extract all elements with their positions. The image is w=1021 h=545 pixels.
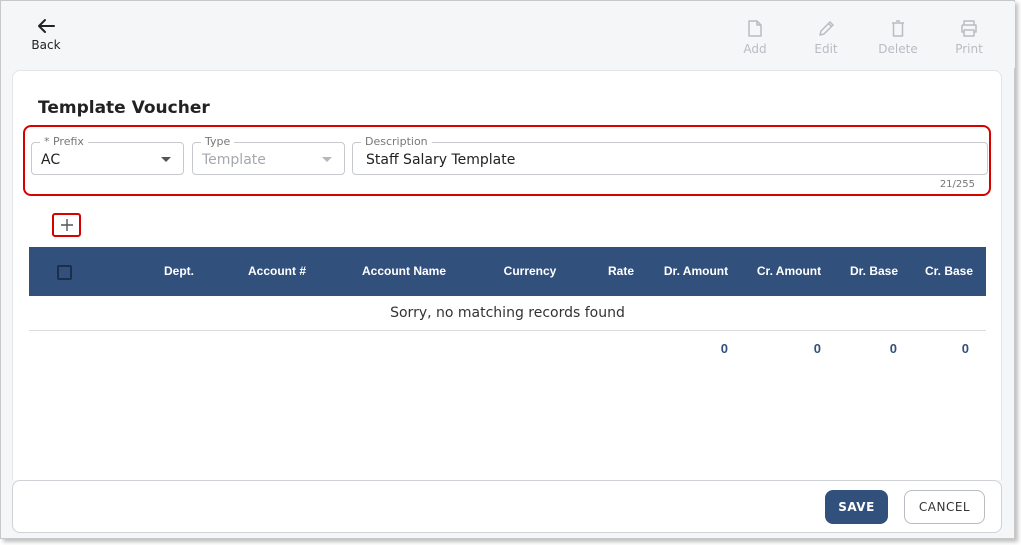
total-cr-base: 0 [961, 341, 969, 356]
column-header-dr-base[interactable]: Dr. Base [850, 247, 898, 296]
plus-icon [60, 219, 73, 231]
column-header-account-number[interactable]: Account # [248, 247, 306, 296]
back-label: Back [31, 38, 61, 52]
trash-icon [892, 20, 904, 37]
column-header-dr-amount[interactable]: Dr. Amount [664, 247, 728, 296]
type-value: Template [202, 152, 266, 168]
add-button[interactable]: Add [730, 20, 780, 56]
chevron-down-icon [161, 157, 171, 162]
add-row-button[interactable] [52, 213, 81, 237]
prefix-value: AC [41, 152, 61, 168]
header-fields-group: * Prefix AC Type Template Description St… [23, 125, 991, 196]
app-window: Back Add Edit Delete Print Template Vouc… [0, 0, 1015, 539]
chevron-down-icon [322, 157, 332, 162]
description-value: Staff Salary Template [366, 152, 516, 168]
save-button[interactable]: SAVE [825, 490, 888, 524]
file-icon [748, 20, 762, 37]
total-cr-amount: 0 [813, 341, 821, 356]
voucher-lines-table: Dept. Account # Account Name Currency Ra… [29, 247, 986, 363]
type-label: Type [201, 135, 235, 148]
toolbar: Back Add Edit Delete Print [2, 2, 1015, 68]
select-all-checkbox[interactable] [57, 265, 72, 280]
pencil-icon [818, 21, 834, 36]
arrow-left-icon [38, 19, 55, 33]
table-header: Dept. Account # Account Name Currency Ra… [29, 247, 986, 296]
description-char-counter: 21/255 [939, 179, 975, 190]
column-header-cr-base[interactable]: Cr. Base [925, 247, 973, 296]
column-header-currency[interactable]: Currency [504, 247, 557, 296]
add-label: Add [743, 42, 767, 56]
description-label: Description [361, 135, 432, 148]
description-field[interactable]: Description Staff Salary Template [352, 135, 988, 175]
back-button[interactable]: Back [24, 18, 68, 52]
cancel-button[interactable]: CANCEL [904, 490, 985, 524]
printer-icon [961, 20, 977, 37]
column-header-dept[interactable]: Dept. [164, 247, 194, 296]
prefix-label: * Prefix [40, 135, 88, 148]
column-header-account-name[interactable]: Account Name [362, 247, 446, 296]
delete-button[interactable]: Delete [873, 20, 923, 56]
total-dr-base: 0 [889, 341, 897, 356]
delete-label: Delete [878, 42, 918, 56]
column-header-cr-amount[interactable]: Cr. Amount [757, 247, 821, 296]
edit-button[interactable]: Edit [801, 20, 851, 56]
form-footer: SAVE CANCEL [12, 480, 1002, 533]
column-header-rate[interactable]: Rate [608, 247, 634, 296]
edit-label: Edit [814, 42, 838, 56]
total-dr-amount: 0 [720, 341, 728, 356]
totals-row: 0 0 0 0 [29, 331, 986, 363]
print-label: Print [955, 42, 983, 56]
empty-table-message: Sorry, no matching records found [29, 296, 986, 331]
page-title: Template Voucher [38, 98, 210, 118]
prefix-select[interactable]: * Prefix AC [31, 135, 184, 175]
type-select[interactable]: Type Template [192, 135, 345, 175]
voucher-card: Template Voucher * Prefix AC Type Templa… [12, 70, 1002, 480]
print-button[interactable]: Print [944, 20, 994, 56]
